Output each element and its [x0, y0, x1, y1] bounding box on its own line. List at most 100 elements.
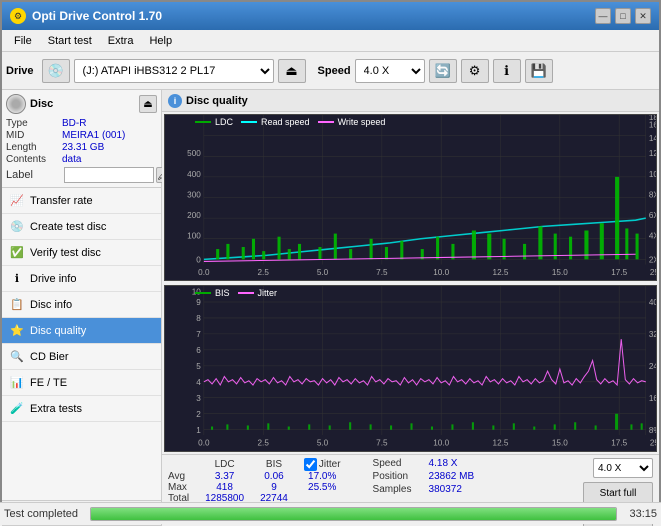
info-button[interactable]: ℹ: [493, 59, 521, 83]
svg-text:7.5: 7.5: [376, 438, 388, 448]
disc-info-icon: 📋: [10, 298, 24, 312]
svg-text:0: 0: [196, 255, 201, 264]
start-full-button[interactable]: Start full: [583, 482, 653, 504]
speed-label: Speed: [318, 65, 351, 77]
fe-te-icon: 📊: [10, 376, 24, 390]
legend-bis: BIS: [195, 288, 230, 298]
sidebar-item-extra-tests-label: Extra tests: [30, 403, 82, 415]
disc-label-row: Label 🖊: [6, 167, 157, 183]
svg-text:500: 500: [187, 149, 201, 158]
svg-text:12X: 12X: [649, 149, 656, 158]
stats-avg-jitter: 17.0%: [296, 471, 349, 482]
svg-text:9: 9: [196, 297, 201, 307]
disc-length-row: Length 23.31 GB: [6, 142, 157, 153]
disc-length-value: 23.31 GB: [62, 142, 104, 153]
disc-quality-header: i Disc quality: [162, 90, 659, 112]
sidebar-item-fe-te[interactable]: 📊 FE / TE: [2, 370, 161, 396]
svg-text:2X: 2X: [649, 255, 656, 264]
drive-select[interactable]: (J:) ATAPI iHBS312 2 PL17: [74, 59, 274, 83]
chart1-legend: LDC Read speed Write speed: [195, 117, 385, 127]
samples-value: 380372: [429, 484, 462, 495]
svg-text:16%: 16%: [649, 393, 656, 403]
samples-label: Samples: [373, 484, 425, 495]
svg-text:100: 100: [187, 232, 201, 241]
sidebar-item-verify-test-disc[interactable]: ✅ Verify test disc: [2, 240, 161, 266]
svg-text:6: 6: [196, 345, 201, 355]
menu-bar: File Start test Extra Help: [2, 30, 659, 52]
legend-write-speed: Write speed: [318, 117, 386, 127]
disc-contents-value: data: [62, 154, 81, 165]
stats-max-bis: 9: [252, 482, 296, 493]
sidebar-item-disc-quality[interactable]: ⭐ Disc quality: [2, 318, 161, 344]
svg-text:0.0: 0.0: [198, 268, 210, 277]
settings-button[interactable]: ⚙: [461, 59, 489, 83]
svg-text:10.0: 10.0: [433, 268, 449, 277]
disc-type-label: Type: [6, 118, 62, 129]
drive-info-icon: ℹ: [10, 272, 24, 286]
sidebar-item-create-test-disc-label: Create test disc: [30, 221, 106, 233]
menu-start-test[interactable]: Start test: [40, 33, 100, 49]
sidebar-item-create-test-disc[interactable]: 💿 Create test disc: [2, 214, 161, 240]
svg-text:40%: 40%: [649, 297, 656, 307]
close-button[interactable]: ✕: [635, 8, 651, 24]
save-button[interactable]: 💾: [525, 59, 553, 83]
nav-items: 📈 Transfer rate 💿 Create test disc ✅ Ver…: [2, 188, 161, 500]
disc-eject-button[interactable]: ⏏: [139, 95, 157, 113]
sidebar-item-drive-info[interactable]: ℹ Drive info: [2, 266, 161, 292]
svg-text:5: 5: [196, 361, 201, 371]
speed-selector[interactable]: 4.0 X 2.0 X 8.0 X: [593, 458, 653, 478]
svg-text:1: 1: [196, 425, 201, 435]
speed-select[interactable]: 4.0 X 2.0 X 8.0 X: [355, 59, 425, 83]
menu-help[interactable]: Help: [141, 33, 180, 49]
svg-text:5.0: 5.0: [317, 438, 329, 448]
menu-file[interactable]: File: [6, 33, 40, 49]
menu-extra[interactable]: Extra: [100, 33, 142, 49]
svg-text:300: 300: [187, 190, 201, 199]
sidebar-item-disc-info[interactable]: 📋 Disc info: [2, 292, 161, 318]
stats-right: Speed 4.18 X Position 23862 MB Samples 3…: [373, 458, 475, 495]
minimize-button[interactable]: —: [595, 8, 611, 24]
disc-quality-icon-header: i: [168, 94, 182, 108]
svg-text:4X: 4X: [649, 232, 656, 241]
svg-text:2.5: 2.5: [258, 268, 270, 277]
svg-text:8%: 8%: [649, 425, 656, 435]
position-row: Position 23862 MB: [373, 471, 475, 482]
drive-icon: 💿: [42, 59, 70, 83]
svg-text:7.5: 7.5: [376, 268, 388, 277]
sidebar-item-transfer-rate-label: Transfer rate: [30, 195, 93, 207]
stats-avg-row: Avg 3.37 0.06 17.0%: [168, 471, 349, 482]
stats-empty-header: [168, 458, 197, 471]
sidebar-item-drive-info-label: Drive info: [30, 273, 76, 285]
maximize-button[interactable]: □: [615, 8, 631, 24]
chart1-svg: 0 100 200 300 400 500 2X 4X 6X 8X 10X: [165, 115, 656, 280]
disc-header: Disc ⏏: [6, 94, 157, 114]
status-bar: Test completed 33:15: [0, 502, 661, 524]
stats-max-row: Max 418 9 25.5%: [168, 482, 349, 493]
eject-button[interactable]: ⏏: [278, 59, 306, 83]
stats-jitter-area: Jitter: [296, 458, 349, 471]
legend-ldc: LDC: [195, 117, 233, 127]
jitter-checkbox[interactable]: [304, 458, 317, 471]
disc-mid-label: MID: [6, 130, 62, 141]
refresh-button[interactable]: 🔄: [429, 59, 457, 83]
sidebar-item-transfer-rate[interactable]: 📈 Transfer rate: [2, 188, 161, 214]
disc-type-row: Type BD-R: [6, 118, 157, 129]
disc-mid-value: MEIRA1 (001): [62, 130, 125, 141]
svg-text:3: 3: [196, 393, 201, 403]
svg-text:8: 8: [196, 313, 201, 323]
sidebar-item-extra-tests[interactable]: 🧪 Extra tests: [2, 396, 161, 422]
sidebar-item-cd-bier[interactable]: 🔍 CD Bier: [2, 344, 161, 370]
stats-bis-header: BIS: [252, 458, 296, 471]
charts-area: LDC Read speed Write speed: [162, 112, 659, 454]
stats-avg-label: Avg: [168, 471, 197, 482]
verify-test-disc-icon: ✅: [10, 246, 24, 260]
create-test-disc-icon: 💿: [10, 220, 24, 234]
progress-bar-container: [90, 507, 617, 521]
svg-text:8X: 8X: [649, 190, 656, 199]
svg-text:10X: 10X: [649, 170, 656, 179]
disc-label-input[interactable]: [64, 167, 154, 183]
svg-text:5.0: 5.0: [317, 268, 329, 277]
svg-text:15.0: 15.0: [552, 268, 568, 277]
svg-text:12.5: 12.5: [493, 438, 509, 448]
disc-label-label: Label: [6, 169, 62, 181]
